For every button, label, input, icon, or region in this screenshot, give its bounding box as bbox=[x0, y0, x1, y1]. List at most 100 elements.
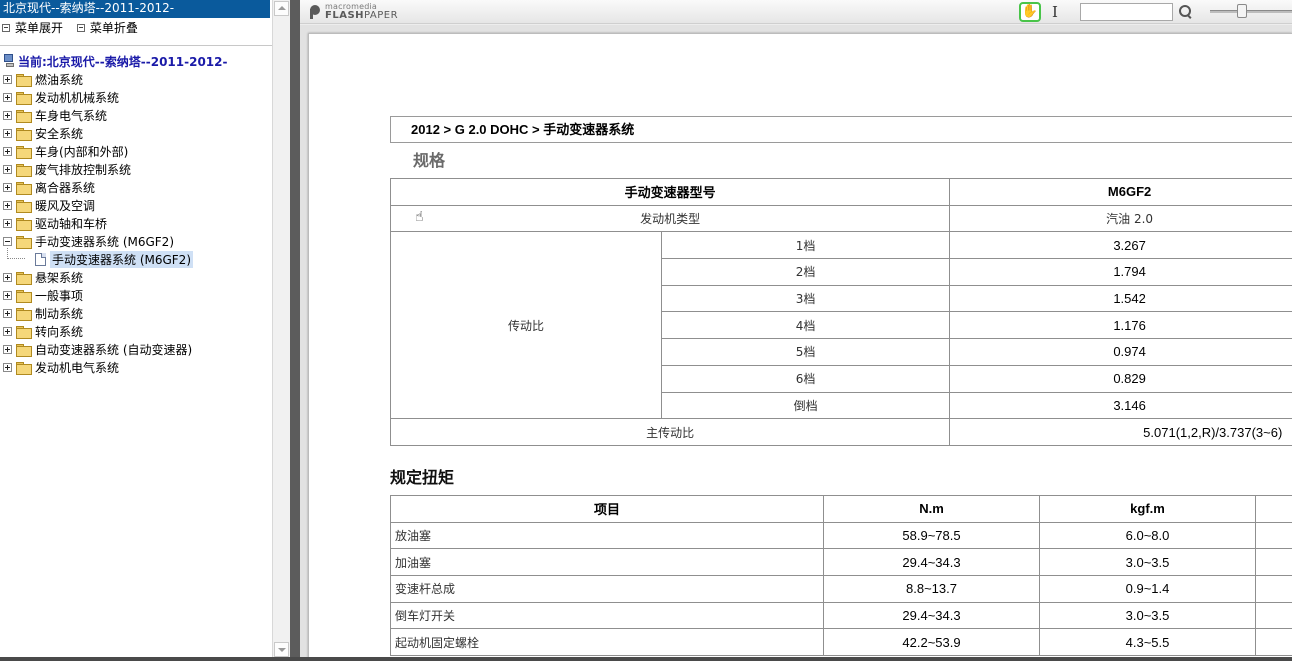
table-header-cell: 项目 bbox=[390, 495, 824, 523]
expand-plus-icon[interactable] bbox=[3, 146, 12, 156]
expand-plus-icon[interactable] bbox=[3, 326, 12, 336]
hand-cursor-icon: ☝ bbox=[415, 209, 424, 225]
tree-item[interactable]: 悬架系统 bbox=[0, 268, 272, 286]
expand-plus-icon[interactable] bbox=[3, 128, 12, 138]
tree-item[interactable]: 安全系统 bbox=[0, 124, 272, 142]
table-cell: 1.176 bbox=[949, 311, 1292, 340]
text-select-tool-button[interactable]: I bbox=[1048, 3, 1062, 21]
tree-item[interactable]: 转向系统 bbox=[0, 322, 272, 340]
table-cell: 主传动比 bbox=[389, 418, 951, 446]
table-header-cell: 手动变速器型号 bbox=[389, 178, 951, 206]
tree-item[interactable]: 车身电气系统 bbox=[0, 106, 272, 124]
menu-toolbar: 菜单展开 菜单折叠 bbox=[0, 19, 270, 37]
table-cell: 起动机固定螺栓 bbox=[390, 628, 824, 657]
table-cell: 4档 bbox=[660, 311, 951, 340]
expand-plus-icon[interactable] bbox=[3, 218, 12, 228]
tree-item-label: 一般事项 bbox=[35, 288, 84, 303]
zoom-slider-track[interactable] bbox=[1210, 10, 1292, 13]
folder-icon bbox=[16, 127, 32, 141]
table-header-cell bbox=[1255, 495, 1292, 523]
table-cell: 58.9~78.5 bbox=[823, 521, 1040, 550]
tree-item[interactable]: 发动机机械系统 bbox=[0, 88, 272, 106]
tree-item[interactable]: 发动机电气系统 bbox=[0, 358, 272, 376]
tree-child-label: 手动变速器系统 (M6GF2) bbox=[50, 250, 194, 268]
table-cell: 6档 bbox=[660, 364, 951, 393]
text-cursor-icon: I bbox=[1052, 3, 1058, 21]
document-pane: macromedia FLASHPAPER ✋ I 2012 > G 2.0 D… bbox=[300, 0, 1292, 661]
table-cell: 倒车灯开关 bbox=[390, 601, 824, 630]
tree-item-label: 自动变速器系统 (自动变速器) bbox=[35, 342, 193, 357]
table-cell: 3.146 bbox=[949, 391, 1292, 420]
table-cell: 汽油 2.0 bbox=[949, 204, 1292, 233]
expand-plus-icon[interactable] bbox=[3, 92, 12, 102]
table-cell: 6.0~8.0 bbox=[1039, 521, 1256, 550]
search-input[interactable] bbox=[1080, 3, 1173, 21]
tree-child-selected[interactable]: 手动变速器系统 (M6GF2) bbox=[0, 248, 272, 268]
document-viewer[interactable]: 2012 > G 2.0 DOHC > 手动变速器系统 规格 手动变速器型号 M… bbox=[300, 25, 1292, 657]
expand-plus-icon[interactable] bbox=[3, 74, 12, 84]
table-cell: 3.0~3.5 bbox=[1039, 601, 1256, 630]
table-header-cell: N.m bbox=[823, 495, 1040, 523]
breadcrumb: 2012 > G 2.0 DOHC > 手动变速器系统 bbox=[390, 116, 1292, 143]
tree-item[interactable]: 驱动轴和车桥 bbox=[0, 214, 272, 232]
hand-icon: ✋ bbox=[1021, 4, 1039, 19]
open-folder-icon bbox=[16, 235, 32, 249]
folder-icon bbox=[16, 145, 32, 159]
expand-plus-icon[interactable] bbox=[3, 164, 12, 174]
expand-plus-icon[interactable] bbox=[3, 344, 12, 354]
scroll-up-button[interactable] bbox=[274, 1, 289, 16]
torque-heading: 规定扭矩 bbox=[390, 468, 455, 487]
expand-plus-icon[interactable] bbox=[3, 200, 12, 210]
table-row: 加油塞 29.4~34.3 3.0~3.5 bbox=[390, 548, 1292, 577]
folder-icon bbox=[16, 325, 32, 339]
expand-menu-label: 菜单展开 bbox=[15, 21, 64, 35]
expand-plus-icon[interactable] bbox=[3, 290, 12, 300]
table-row: 起动机固定螺栓 42.2~53.9 4.3~5.5 bbox=[390, 628, 1292, 657]
window-title: 北京现代--索纳塔--2011-2012- bbox=[0, 0, 270, 18]
expand-plus-icon[interactable] bbox=[3, 110, 12, 120]
table-cell: 传动比 bbox=[390, 231, 662, 420]
left-scrollbar[interactable] bbox=[272, 0, 290, 661]
table-cell: 2档 bbox=[660, 258, 951, 286]
folder-icon bbox=[16, 343, 32, 357]
tree-item-label: 发动机机械系统 bbox=[35, 90, 120, 105]
tree-item-label: 安全系统 bbox=[35, 126, 84, 141]
tree-item[interactable]: 车身(内部和外部) bbox=[0, 142, 272, 160]
tree-item-label: 驱动轴和车桥 bbox=[35, 216, 108, 231]
expand-plus-icon[interactable] bbox=[3, 182, 12, 192]
tree-item-label: 车身(内部和外部) bbox=[35, 144, 129, 159]
tree-item-expanded[interactable]: 手动变速器系统 (M6GF2) bbox=[0, 232, 272, 250]
tree-item[interactable]: 制动系统 bbox=[0, 304, 272, 322]
expand-menu-button[interactable]: 菜单展开 bbox=[2, 19, 63, 37]
search-icon[interactable] bbox=[1178, 4, 1194, 20]
tree-item[interactable]: 暖风及空调 bbox=[0, 196, 272, 214]
tree-item[interactable]: 燃油系统 bbox=[0, 70, 272, 88]
expand-plus-icon[interactable] bbox=[3, 308, 12, 318]
tree-root[interactable]: 当前:北京现代--索纳塔--2011-2012- bbox=[0, 52, 272, 70]
table-cell bbox=[1255, 575, 1292, 603]
tree-item-label: 离合器系统 bbox=[35, 180, 96, 195]
table-header-row: 项目 N.m kgf.m bbox=[390, 495, 1292, 523]
table-cell: 0.974 bbox=[949, 338, 1292, 366]
folder-icon bbox=[16, 361, 32, 375]
table-cell: 加油塞 bbox=[390, 548, 824, 577]
expand-plus-icon[interactable] bbox=[3, 362, 12, 372]
table-cell: 3.267 bbox=[949, 231, 1292, 260]
tree-item[interactable]: 自动变速器系统 (自动变速器) bbox=[0, 340, 272, 358]
tree-item[interactable]: 一般事项 bbox=[0, 286, 272, 304]
collapse-minus-icon[interactable] bbox=[3, 236, 12, 246]
hand-tool-button[interactable]: ✋ bbox=[1019, 2, 1041, 22]
table-cell: 4.3~5.5 bbox=[1039, 628, 1256, 657]
table-row: 倒车灯开关 29.4~34.3 3.0~3.5 bbox=[390, 601, 1292, 630]
expand-plus-icon[interactable] bbox=[3, 272, 12, 282]
tree-item-label: 废气排放控制系统 bbox=[35, 162, 132, 177]
zoom-slider-thumb[interactable] bbox=[1237, 4, 1247, 18]
collapse-menu-button[interactable]: 菜单折叠 bbox=[76, 19, 138, 37]
tree-item[interactable]: 废气排放控制系统 bbox=[0, 160, 272, 178]
torque-table: 项目 N.m kgf.m 放油塞 58.9~78.5 6.0~8.0 加油塞 2… bbox=[390, 495, 1292, 657]
tree-item[interactable]: 离合器系统 bbox=[0, 178, 272, 196]
table-header-cell: M6GF2 bbox=[949, 178, 1292, 206]
scroll-down-button[interactable] bbox=[274, 642, 289, 657]
pane-splitter[interactable] bbox=[290, 0, 300, 661]
table-cell bbox=[1255, 601, 1292, 630]
